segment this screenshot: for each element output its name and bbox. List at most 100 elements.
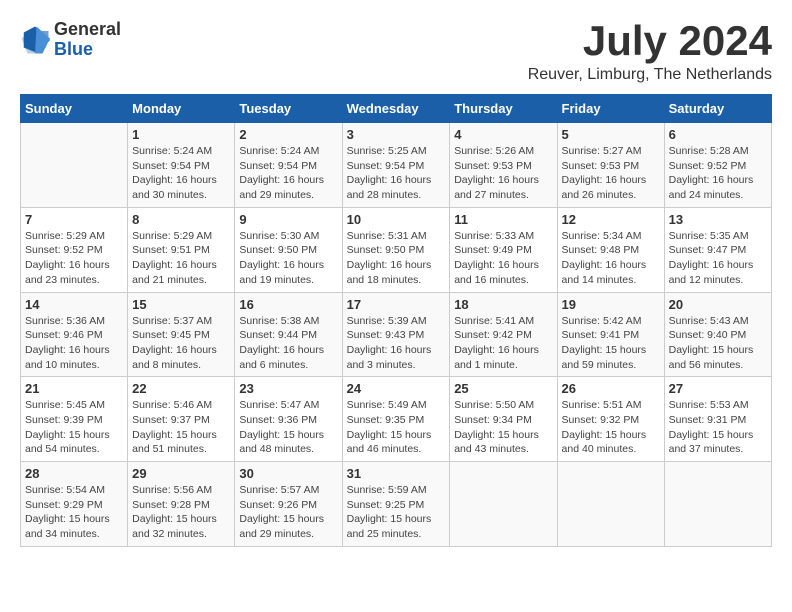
calendar-header-row: SundayMondayTuesdayWednesdayThursdayFrid…: [21, 95, 772, 123]
column-header-sunday: Sunday: [21, 95, 128, 123]
day-number: 5: [562, 127, 660, 142]
day-number: 2: [239, 127, 337, 142]
calendar-cell: 5 Sunrise: 5:27 AM Sunset: 9:53 PM Daylig…: [557, 123, 664, 208]
day-number: 16: [239, 297, 337, 312]
cell-text: Sunrise: 5:56 AM Sunset: 9:28 PM Dayligh…: [132, 483, 230, 542]
calendar-cell: 9Sunrise: 5:30 AM Sunset: 9:50 PM Daylig…: [235, 207, 342, 292]
cell-text: Sunrise: 5:53 AM Sunset: 9:31 PM Dayligh…: [669, 398, 767, 457]
calendar-cell: 31 Sunrise: 5:59 AM Sunset: 9:25 PM Dayli…: [342, 462, 450, 547]
cell-text: Sunrise: 5:34 AM Sunset: 9:48 PM Dayligh…: [562, 229, 660, 288]
cell-text: Sunrise: 5:57 AM Sunset: 9:26 PM Dayligh…: [239, 483, 337, 542]
day-number: 8: [132, 212, 230, 227]
cell-text: Sunrise: 5:26 AM Sunset: 9:53 PM Dayligh…: [454, 144, 552, 203]
calendar-cell: 22 Sunrise: 5:46 AM Sunset: 9:37 PM Dayli…: [128, 377, 235, 462]
day-number: 24: [347, 381, 446, 396]
calendar-cell: 18 Sunrise: 5:41 AM Sunset: 9:42 PM Dayli…: [450, 292, 557, 377]
calendar-cell: 15 Sunrise: 5:37 AM Sunset: 9:45 PM Dayli…: [128, 292, 235, 377]
calendar-cell: 7Sunrise: 5:29 AM Sunset: 9:52 PM Daylig…: [21, 207, 128, 292]
cell-text: Sunrise: 5:59 AM Sunset: 9:25 PM Dayligh…: [347, 483, 446, 542]
calendar-cell: 12 Sunrise: 5:34 AM Sunset: 9:48 PM Dayli…: [557, 207, 664, 292]
location-title: Reuver, Limburg, The Netherlands: [528, 66, 772, 84]
day-number: 13: [669, 212, 767, 227]
day-number: 29: [132, 466, 230, 481]
cell-text: Sunrise: 5:25 AM Sunset: 9:54 PM Dayligh…: [347, 144, 446, 203]
title-section: July 2024 Reuver, Limburg, The Netherlan…: [528, 20, 772, 84]
calendar-cell: 14Sunrise: 5:36 AM Sunset: 9:46 PM Dayli…: [21, 292, 128, 377]
day-number: 1: [132, 127, 230, 142]
logo-general-text: General: [54, 20, 121, 40]
calendar-cell: 17Sunrise: 5:39 AM Sunset: 9:43 PM Dayli…: [342, 292, 450, 377]
cell-text: Sunrise: 5:37 AM Sunset: 9:45 PM Dayligh…: [132, 314, 230, 373]
calendar-cell: 27Sunrise: 5:53 AM Sunset: 9:31 PM Dayli…: [664, 377, 771, 462]
day-number: 19: [562, 297, 660, 312]
day-number: 12: [562, 212, 660, 227]
cell-text: Sunrise: 5:46 AM Sunset: 9:37 PM Dayligh…: [132, 398, 230, 457]
cell-text: Sunrise: 5:47 AM Sunset: 9:36 PM Dayligh…: [239, 398, 337, 457]
day-number: 6: [669, 127, 767, 142]
calendar-cell: [664, 462, 771, 547]
logo-blue-text: Blue: [54, 40, 121, 60]
day-number: 18: [454, 297, 552, 312]
column-header-friday: Friday: [557, 95, 664, 123]
day-number: 28: [25, 466, 123, 481]
day-number: 9: [239, 212, 337, 227]
calendar-cell: 13 Sunrise: 5:35 AM Sunset: 9:47 PM Dayli…: [664, 207, 771, 292]
column-header-wednesday: Wednesday: [342, 95, 450, 123]
calendar-cell: 21Sunrise: 5:45 AM Sunset: 9:39 PM Dayli…: [21, 377, 128, 462]
calendar-cell: 23 Sunrise: 5:47 AM Sunset: 9:36 PM Dayli…: [235, 377, 342, 462]
calendar-cell: 28 Sunrise: 5:54 AM Sunset: 9:29 PM Dayli…: [21, 462, 128, 547]
day-number: 22: [132, 381, 230, 396]
day-number: 7: [25, 212, 123, 227]
cell-text: Sunrise: 5:36 AM Sunset: 9:46 PM Dayligh…: [25, 314, 123, 373]
calendar-cell: 30 Sunrise: 5:57 AM Sunset: 9:26 PM Dayli…: [235, 462, 342, 547]
calendar-cell: 1 Sunrise: 5:24 AM Sunset: 9:54 PM Daylig…: [128, 123, 235, 208]
calendar-week-5: 28 Sunrise: 5:54 AM Sunset: 9:29 PM Dayli…: [21, 462, 772, 547]
calendar-cell: 29 Sunrise: 5:56 AM Sunset: 9:28 PM Dayli…: [128, 462, 235, 547]
calendar-cell: 19Sunrise: 5:42 AM Sunset: 9:41 PM Dayli…: [557, 292, 664, 377]
day-number: 15: [132, 297, 230, 312]
calendar-cell: 24 Sunrise: 5:49 AM Sunset: 9:35 PM Dayli…: [342, 377, 450, 462]
column-header-monday: Monday: [128, 95, 235, 123]
calendar-cell: 20 Sunrise: 5:43 AM Sunset: 9:40 PM Dayli…: [664, 292, 771, 377]
cell-text: Sunrise: 5:31 AM Sunset: 9:50 PM Dayligh…: [347, 229, 446, 288]
calendar-cell: 6 Sunrise: 5:28 AM Sunset: 9:52 PM Daylig…: [664, 123, 771, 208]
logo-text: General Blue: [54, 20, 121, 60]
calendar-cell: 2Sunrise: 5:24 AM Sunset: 9:54 PM Daylig…: [235, 123, 342, 208]
day-number: 20: [669, 297, 767, 312]
cell-text: Sunrise: 5:38 AM Sunset: 9:44 PM Dayligh…: [239, 314, 337, 373]
day-number: 30: [239, 466, 337, 481]
day-number: 25: [454, 381, 552, 396]
cell-text: Sunrise: 5:50 AM Sunset: 9:34 PM Dayligh…: [454, 398, 552, 457]
calendar-body: 1 Sunrise: 5:24 AM Sunset: 9:54 PM Daylig…: [21, 123, 772, 547]
cell-text: Sunrise: 5:24 AM Sunset: 9:54 PM Dayligh…: [132, 144, 230, 203]
calendar-cell: 11Sunrise: 5:33 AM Sunset: 9:49 PM Dayli…: [450, 207, 557, 292]
cell-text: Sunrise: 5:35 AM Sunset: 9:47 PM Dayligh…: [669, 229, 767, 288]
month-title: July 2024: [528, 20, 772, 62]
calendar-cell: [21, 123, 128, 208]
day-number: 3: [347, 127, 446, 142]
day-number: 26: [562, 381, 660, 396]
calendar-week-2: 7Sunrise: 5:29 AM Sunset: 9:52 PM Daylig…: [21, 207, 772, 292]
cell-text: Sunrise: 5:43 AM Sunset: 9:40 PM Dayligh…: [669, 314, 767, 373]
calendar-cell: 10 Sunrise: 5:31 AM Sunset: 9:50 PM Dayli…: [342, 207, 450, 292]
calendar-week-3: 14Sunrise: 5:36 AM Sunset: 9:46 PM Dayli…: [21, 292, 772, 377]
day-number: 10: [347, 212, 446, 227]
cell-text: Sunrise: 5:54 AM Sunset: 9:29 PM Dayligh…: [25, 483, 123, 542]
cell-text: Sunrise: 5:28 AM Sunset: 9:52 PM Dayligh…: [669, 144, 767, 203]
cell-text: Sunrise: 5:29 AM Sunset: 9:51 PM Dayligh…: [132, 229, 230, 288]
day-number: 23: [239, 381, 337, 396]
column-header-saturday: Saturday: [664, 95, 771, 123]
calendar-cell: 3 Sunrise: 5:25 AM Sunset: 9:54 PM Daylig…: [342, 123, 450, 208]
cell-text: Sunrise: 5:49 AM Sunset: 9:35 PM Dayligh…: [347, 398, 446, 457]
day-number: 31: [347, 466, 446, 481]
column-header-tuesday: Tuesday: [235, 95, 342, 123]
cell-text: Sunrise: 5:45 AM Sunset: 9:39 PM Dayligh…: [25, 398, 123, 457]
calendar-cell: 4Sunrise: 5:26 AM Sunset: 9:53 PM Daylig…: [450, 123, 557, 208]
cell-text: Sunrise: 5:27 AM Sunset: 9:53 PM Dayligh…: [562, 144, 660, 203]
calendar-table: SundayMondayTuesdayWednesdayThursdayFrid…: [20, 94, 772, 547]
calendar-cell: [450, 462, 557, 547]
calendar-cell: 8 Sunrise: 5:29 AM Sunset: 9:51 PM Daylig…: [128, 207, 235, 292]
calendar-week-4: 21Sunrise: 5:45 AM Sunset: 9:39 PM Dayli…: [21, 377, 772, 462]
logo-icon: [20, 25, 50, 55]
cell-text: Sunrise: 5:41 AM Sunset: 9:42 PM Dayligh…: [454, 314, 552, 373]
